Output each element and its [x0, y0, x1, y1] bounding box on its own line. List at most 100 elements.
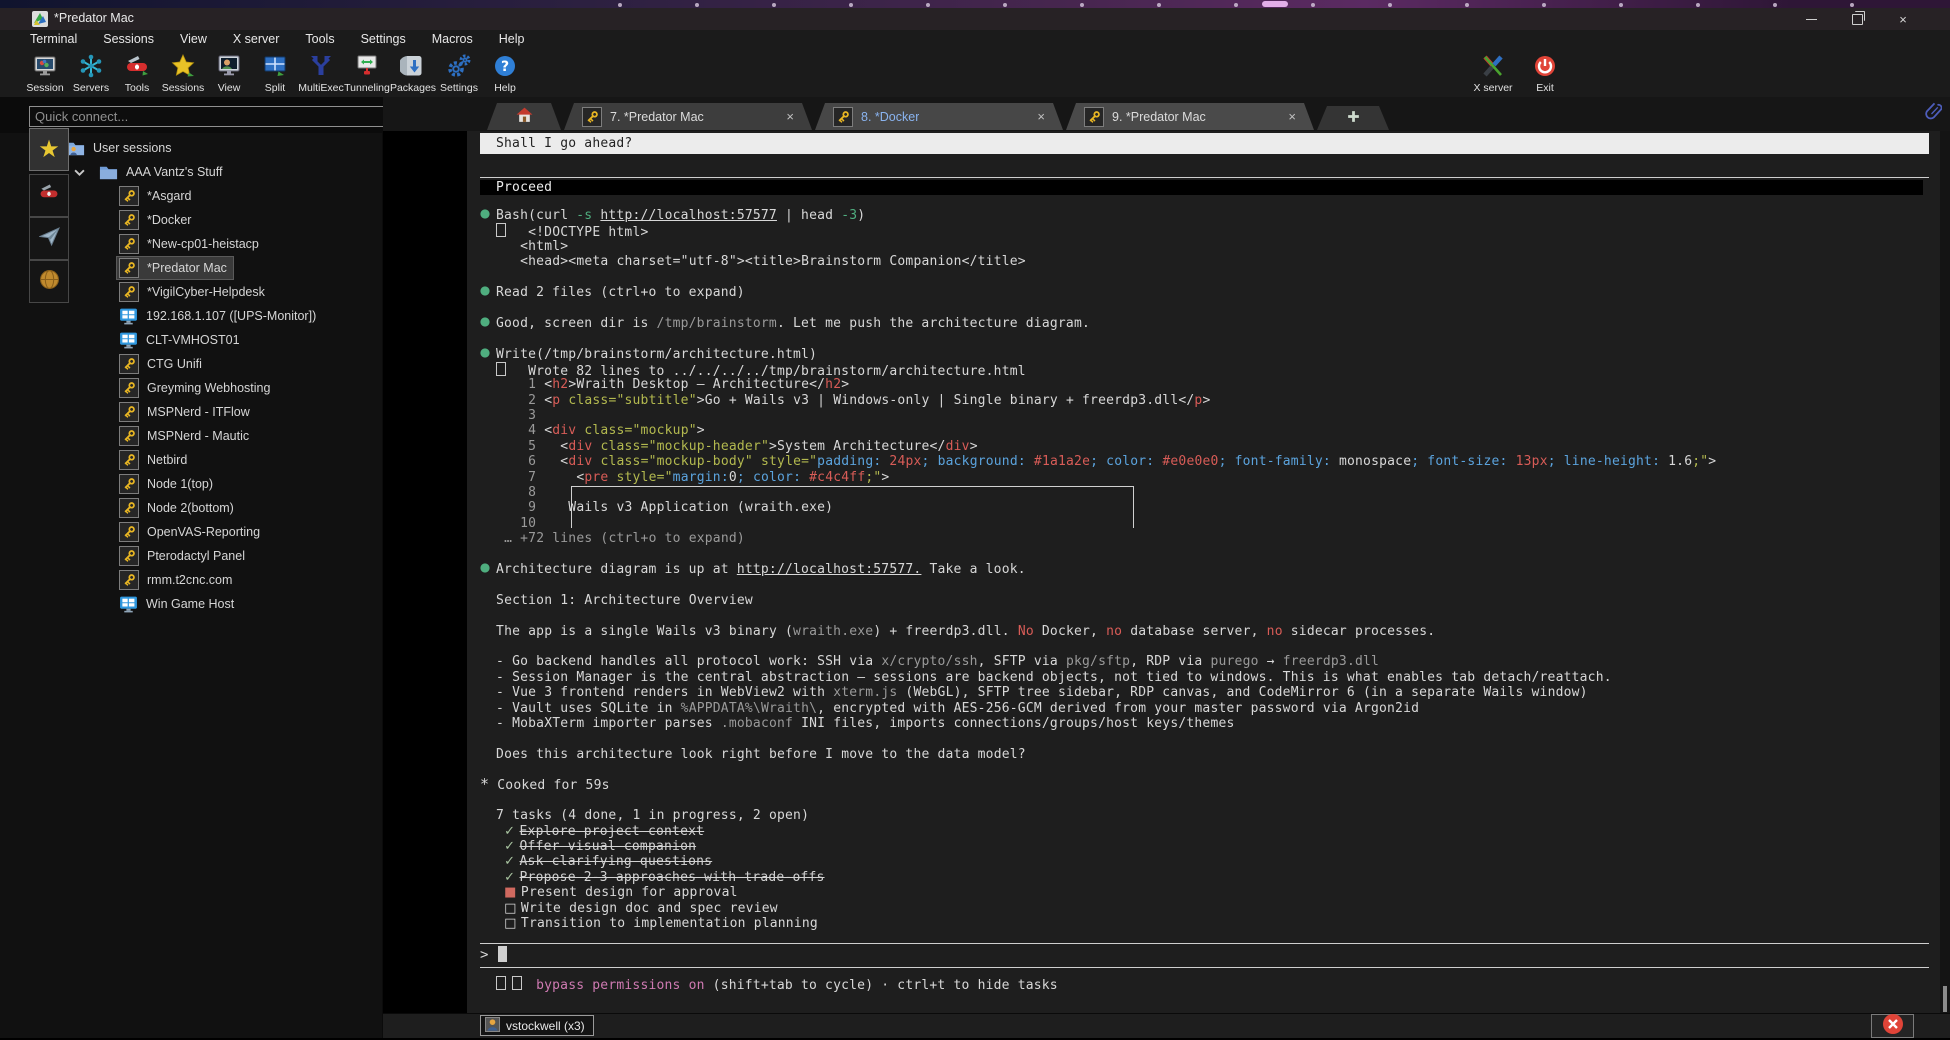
- restore-button[interactable]: [1836, 8, 1878, 30]
- toolbar-help-button[interactable]: ?Help: [482, 48, 528, 96]
- text-segment: . Let me push the architecture diagram.: [777, 316, 1090, 331]
- background-window-strip: [0, 0, 1950, 8]
- sidebar-favorites-star-tab[interactable]: ★: [29, 128, 69, 171]
- sidebar-item-predator-mac[interactable]: *Predator Mac: [117, 257, 233, 279]
- text-segment: [1026, 454, 1034, 469]
- menu-terminal[interactable]: Terminal: [30, 32, 77, 46]
- sidebar-item-win-game-host[interactable]: Win Game Host: [117, 593, 240, 615]
- scrollbar-thumb[interactable]: [1943, 986, 1947, 1012]
- sidebar-item-vigilcyber-helpdesk[interactable]: *VigilCyber-Helpdesk: [117, 281, 271, 303]
- tab-close-icon[interactable]: ×: [786, 109, 794, 124]
- toolbar-label: Exit: [1536, 82, 1554, 94]
- paperclip-icon[interactable]: [1925, 102, 1942, 126]
- terminal-line: 4 <div class="mockup">: [467, 423, 1940, 438]
- tab-home[interactable]: [487, 103, 561, 130]
- toolbar-tools-button[interactable]: Tools: [114, 48, 160, 96]
- session-icon: [32, 51, 58, 81]
- help-icon: ?: [492, 51, 518, 81]
- menu-macros[interactable]: Macros: [432, 32, 473, 46]
- toolbar-right-group: X server Exit: [1470, 48, 1568, 96]
- tab-close-icon[interactable]: ×: [1037, 109, 1045, 124]
- close-circle-icon: [1882, 1013, 1904, 1040]
- toolbar-x-server-button[interactable]: X server: [1470, 48, 1516, 96]
- menu-view[interactable]: View: [180, 32, 207, 46]
- spacer: [467, 154, 1940, 177]
- tree-item-label: Greyming Webhosting: [147, 381, 270, 395]
- menu-tools[interactable]: Tools: [305, 32, 334, 46]
- tree-item-label: *Docker: [147, 213, 191, 227]
- toolbar-label: Tunneling: [344, 82, 390, 94]
- sidebar-item-mspnerd-mautic[interactable]: MSPNerd - Mautic: [117, 425, 255, 447]
- sidebar-item-node-2-bottom[interactable]: Node 2(bottom): [117, 497, 240, 519]
- toolbar-packages-button[interactable]: Packages: [390, 48, 436, 96]
- text-segment: monospace: [1331, 454, 1411, 469]
- sidebar-item-node-1-top[interactable]: Node 1(top): [117, 473, 219, 495]
- sidebar-item-netbird[interactable]: Netbird: [117, 449, 193, 471]
- sidebar-item-new-cp01-heistacp[interactable]: *New-cp01-heistacp: [117, 233, 265, 255]
- sidebar-item-openvas-reporting[interactable]: OpenVAS-Reporting: [117, 521, 266, 543]
- tab-8-docker[interactable]: 8. *Docker×: [815, 103, 1063, 130]
- toolbar-label: Settings: [440, 82, 478, 94]
- sidebar-item-rmm-t2cnc-com[interactable]: rmm.t2cnc.com: [117, 569, 238, 591]
- tab-label: 9. *Predator Mac: [1112, 110, 1206, 124]
- sidebar-tools-knife-tab[interactable]: [29, 174, 69, 217]
- sidebar-item-asgard[interactable]: *Asgard: [117, 185, 197, 207]
- sidebar-item-192-168-1-107-ups-monitor[interactable]: 192.168.1.107 ([UPS-Monitor]): [117, 305, 322, 327]
- toolbar-sessions-button[interactable]: Sessions: [160, 48, 206, 96]
- text-segment: Architecture diagram is up at: [496, 562, 737, 577]
- sidebar-item-docker[interactable]: *Docker: [117, 209, 197, 231]
- localhost-link[interactable]: http://localhost:57577: [600, 208, 777, 223]
- text-segment: wraith.exe: [793, 624, 873, 639]
- taskbar-user-button[interactable]: vstockwell (x3): [480, 1015, 594, 1036]
- text-segment: | head: [777, 208, 841, 223]
- terminal-line: ✓ Explore project context: [467, 824, 1940, 839]
- key-icon: [119, 234, 139, 254]
- sidebar-item-ctg-unifi[interactable]: CTG Unifi: [117, 353, 208, 375]
- new-tab-button[interactable]: [1317, 106, 1389, 130]
- sidebar-item-user-sessions[interactable]: User sessions: [64, 137, 178, 159]
- text-segment: ✓: [504, 839, 519, 854]
- sidebar-item-pterodactyl-panel[interactable]: Pterodactyl Panel: [117, 545, 251, 567]
- close-button[interactable]: ×: [1882, 8, 1924, 30]
- text-segment: background:: [938, 454, 1026, 469]
- text-segment: x/crypto/ssh: [881, 654, 977, 669]
- terminal-line: [467, 547, 1940, 562]
- toolbar-multiexec-button[interactable]: MultiExec: [298, 48, 344, 96]
- tab-7-predator-mac[interactable]: 7. *Predator Mac×: [564, 103, 812, 130]
- tree-item-label: *VigilCyber-Helpdesk: [147, 285, 265, 299]
- toolbar-settings-button[interactable]: Settings: [436, 48, 482, 96]
- text-segment: [753, 454, 761, 469]
- menu-settings[interactable]: Settings: [361, 32, 406, 46]
- servers-icon: [78, 51, 104, 81]
- sidebar-item-aaa-vantz-s-stuff[interactable]: AAA Vantz's Stuff: [72, 161, 228, 183]
- toolbar-view-button[interactable]: View: [206, 48, 252, 96]
- text-segment: no: [1106, 624, 1122, 639]
- toolbar-tunneling-button[interactable]: Tunneling: [344, 48, 390, 96]
- sidebar-network-globe-tab[interactable]: [29, 260, 69, 303]
- menu-x-server[interactable]: X server: [233, 32, 280, 46]
- text-segment: [1508, 454, 1516, 469]
- tab-close-icon[interactable]: ×: [1288, 109, 1296, 124]
- sidebar-macros-plane-tab[interactable]: [29, 217, 69, 260]
- tab-9-predator-mac[interactable]: 9. *Predator Mac ×: [1066, 103, 1314, 130]
- sidebar-item-greyming-webhosting[interactable]: Greyming Webhosting: [117, 377, 276, 399]
- quick-connect-input[interactable]: [29, 106, 385, 127]
- text-segment: Section 1: Architecture Overview: [480, 593, 753, 608]
- notification-close-button[interactable]: [1871, 1014, 1914, 1038]
- minimize-button[interactable]: [1790, 8, 1832, 30]
- sidebar-item-mspnerd-itflow[interactable]: MSPNerd - ITFlow: [117, 401, 256, 423]
- terminal-line: 2 <p class="subtitle">Go + Wails v3 | Wi…: [467, 393, 1940, 408]
- toolbar-session-button[interactable]: Session: [22, 48, 68, 96]
- text-segment: Write(/tmp/brainstorm/architecture.html): [496, 347, 817, 362]
- text-segment: 13px: [1516, 454, 1548, 469]
- menu-help[interactable]: Help: [499, 32, 525, 46]
- text-segment: div: [946, 439, 970, 454]
- chevron-down-icon[interactable]: [74, 168, 85, 177]
- toolbar-split-button[interactable]: Split: [252, 48, 298, 96]
- toolbar-exit-button[interactable]: Exit: [1522, 48, 1568, 96]
- terminal-scrollbar[interactable]: [1940, 131, 1950, 1014]
- text-segment: 0: [729, 470, 737, 485]
- menu-sessions[interactable]: Sessions: [103, 32, 154, 46]
- toolbar-servers-button[interactable]: Servers: [68, 48, 114, 96]
- sidebar-item-clt-vmhost01[interactable]: CLT-VMHOST01: [117, 329, 246, 351]
